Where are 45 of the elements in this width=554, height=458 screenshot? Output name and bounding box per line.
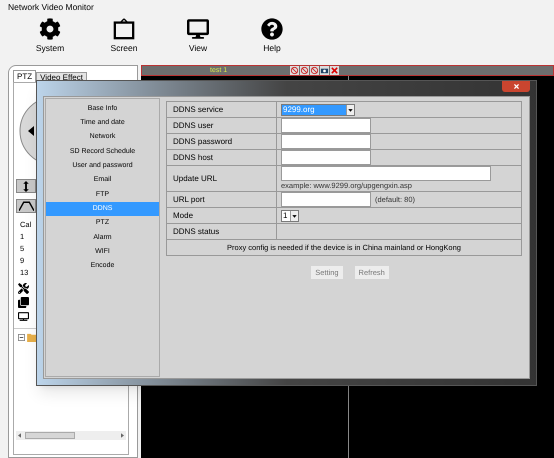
gear-icon [39,18,61,40]
caret-icon [346,104,354,114]
copy-icon[interactable] [18,297,29,308]
input-field[interactable] [281,166,491,181]
close-icon [512,83,520,90]
help-icon [261,18,283,40]
input-field[interactable] [281,118,371,133]
input-field[interactable] [281,192,371,207]
field-label: DDNS host [167,150,277,165]
zoom-button[interactable] [16,179,36,193]
field-label: Update URL [167,166,277,191]
close-button[interactable] [502,81,530,92]
field-label: DDNS password [167,134,277,149]
field-label: DDNS status [167,224,277,239]
collapse-icon[interactable] [18,334,25,341]
up-down-arrow-icon [23,180,29,192]
field-label: DDNS service [167,102,277,117]
focus-button[interactable] [16,199,36,213]
toolbar-button[interactable]: System [30,18,70,55]
field-label: DDNS user [167,118,277,133]
input-field[interactable] [281,150,371,165]
panel-tab[interactable]: PTZ [13,70,36,82]
no-record-icon[interactable] [310,66,319,75]
tools-icon[interactable] [18,283,29,294]
monitor-icon [187,18,209,40]
input-field[interactable] [281,134,371,149]
field-label: URL port [167,192,277,207]
peak-icon [18,201,34,211]
window-title: Network Video Monitor [8,0,94,14]
dropdown[interactable]: 1 [281,210,299,222]
no-record-icon[interactable] [290,66,299,75]
scrollbar-thumb[interactable] [25,432,75,439]
toolbar-button[interactable]: Screen [104,18,144,55]
scroll-left-icon[interactable] [18,433,21,438]
tv-icon[interactable] [18,311,29,322]
toolbar-button[interactable]: Help [252,18,292,55]
toolbar-button[interactable]: View [178,18,218,55]
caret-icon [290,210,298,220]
picture-frame-icon [113,18,135,40]
field-label: Mode [167,208,277,223]
camera-icon[interactable] [320,66,329,75]
scroll-right-icon[interactable] [121,433,124,438]
no-record-icon[interactable] [300,66,309,75]
horizontal-scrollbar[interactable] [16,431,126,440]
close-icon[interactable] [330,66,339,75]
